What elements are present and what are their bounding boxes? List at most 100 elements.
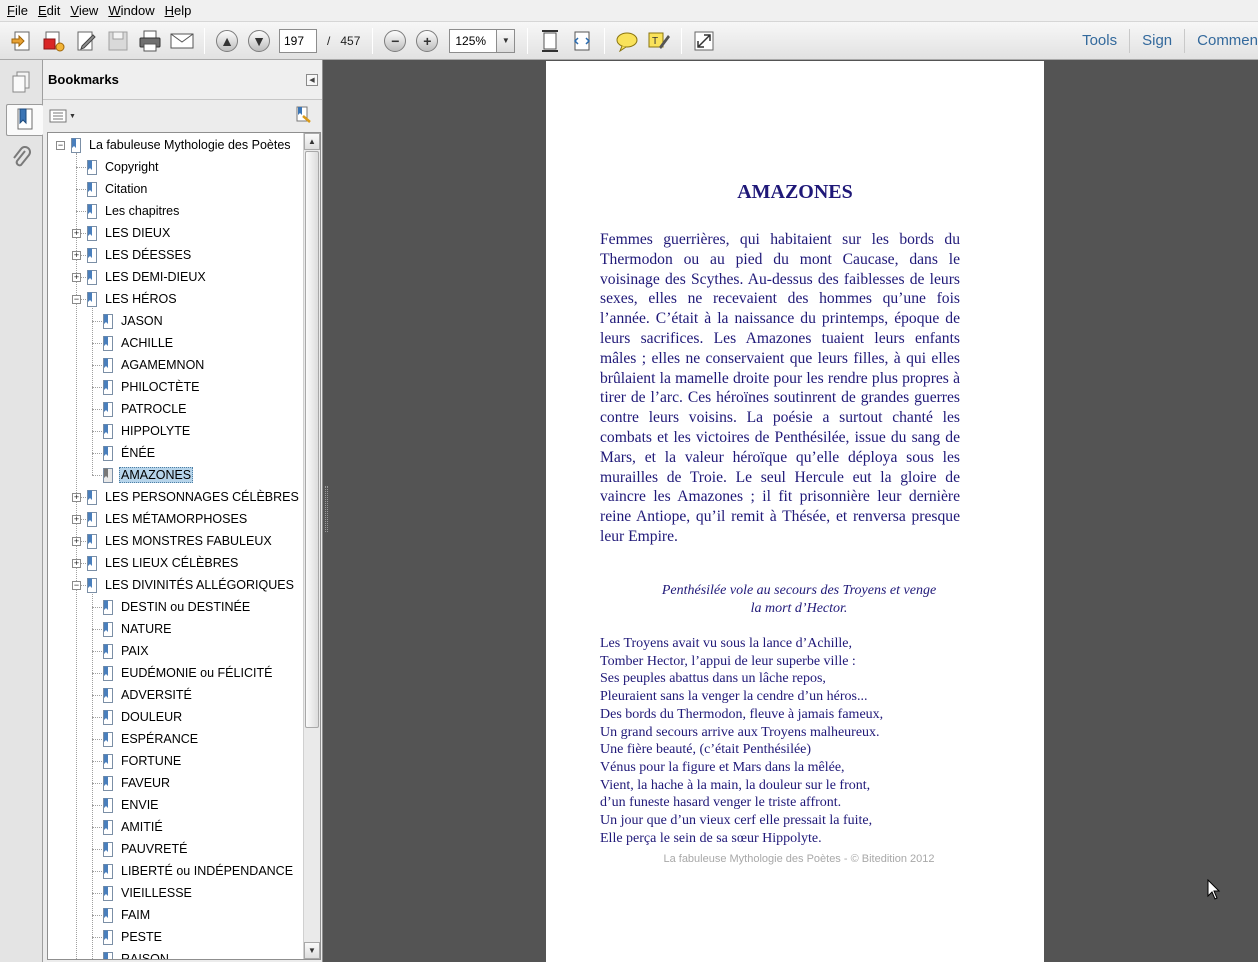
bookmark-label: LES MONSTRES FABULEUX: [105, 534, 272, 548]
bookmark-item[interactable]: PATROCLE: [102, 399, 189, 419]
bookmark-icon: [103, 643, 113, 659]
save-icon: [108, 31, 128, 50]
page-title: AMAZONES: [737, 181, 853, 203]
highlight-text-button[interactable]: T: [645, 27, 673, 55]
print-button[interactable]: [136, 27, 164, 55]
combine-files-button[interactable]: [40, 27, 68, 55]
bookmark-item[interactable]: ENVIE: [102, 795, 161, 815]
arrow-down-icon: ▼: [248, 29, 270, 52]
bookmark-label: LES DIEUX: [105, 226, 171, 240]
zoom-in-button[interactable]: +: [413, 27, 441, 55]
edit-document-button[interactable]: [72, 27, 100, 55]
bookmark-item[interactable]: PESTE: [102, 927, 164, 947]
bookmark-item[interactable]: Les chapitres: [86, 201, 181, 221]
bookmark-item[interactable]: ADVERSITÉ: [102, 685, 194, 705]
pencil-page-icon: [77, 31, 96, 50]
bookmark-item[interactable]: La fabuleuse Mythologie des Poètes: [70, 135, 293, 155]
bookmark-item[interactable]: FAIM: [102, 905, 152, 925]
poem-line: Tomber Hector, l’appui de leur superbe v…: [600, 653, 856, 669]
bookmark-item[interactable]: Copyright: [86, 157, 161, 177]
bookmarks-tab-button[interactable]: [6, 104, 43, 136]
bookmark-label: Les chapitres: [105, 204, 180, 218]
bookmark-item[interactable]: DOULEUR: [102, 707, 184, 727]
attachments-button[interactable]: [6, 142, 36, 174]
collapse-minus-icon[interactable]: −: [72, 295, 81, 304]
bookmark-icon: [103, 863, 113, 879]
menu-view[interactable]: View: [65, 0, 103, 22]
bookmark-item[interactable]: NATURE: [102, 619, 173, 639]
bookmark-item[interactable]: LES DIEUX: [86, 223, 172, 243]
bookmark-item[interactable]: LES MONSTRES FABULEUX: [86, 531, 274, 551]
bookmark-options-button[interactable]: ▼: [49, 109, 76, 123]
bookmark-item[interactable]: AGAMEMNON: [102, 355, 206, 375]
bookmark-item[interactable]: EUDÉMONIE ou FÉLICITÉ: [102, 663, 274, 683]
sign-pane-link[interactable]: Sign: [1129, 29, 1184, 53]
expand-plus-icon[interactable]: +: [72, 493, 81, 502]
save-button[interactable]: [104, 27, 132, 55]
fit-page-button[interactable]: [536, 27, 564, 55]
scroll-down-button[interactable]: ▼: [304, 942, 320, 959]
menu-window[interactable]: Window: [103, 0, 159, 22]
bookmark-item[interactable]: LES DÉESSES: [86, 245, 193, 265]
bookmark-item[interactable]: Citation: [86, 179, 149, 199]
collapse-panel-button[interactable]: ◀: [306, 73, 318, 86]
previous-page-button[interactable]: ▲: [213, 27, 241, 55]
tree-connector: [76, 167, 86, 168]
bookmark-item[interactable]: LES MÉTAMORPHOSES: [86, 509, 249, 529]
fit-page-icon: [542, 29, 559, 52]
bookmark-item[interactable]: FORTUNE: [102, 751, 183, 771]
bookmark-label: AGAMEMNON: [121, 358, 205, 372]
bookmark-item[interactable]: RAISON: [102, 949, 171, 959]
bookmarks-scrollbar[interactable]: ▲ ▼: [303, 133, 320, 959]
bookmark-item[interactable]: DESTIN ou DESTINÉE: [102, 597, 252, 617]
bookmark-item[interactable]: PAUVRETÉ: [102, 839, 189, 859]
poem-line: Les Troyens avait vu sous la lance d’Ach…: [600, 636, 852, 651]
collapse-minus-icon[interactable]: −: [56, 141, 65, 150]
bookmark-item[interactable]: LES DEMI-DIEUX: [86, 267, 208, 287]
expand-plus-icon[interactable]: +: [72, 251, 81, 260]
bookmark-item[interactable]: LIBERTÉ ou INDÉPENDANCE: [102, 861, 295, 881]
expand-plus-icon[interactable]: +: [72, 515, 81, 524]
menu-edit[interactable]: Edit: [33, 0, 65, 22]
create-pdf-button[interactable]: [8, 27, 36, 55]
chevron-down-icon[interactable]: ▼: [496, 29, 515, 52]
find-bookmark-button[interactable]: [294, 106, 312, 127]
fit-width-button[interactable]: [568, 27, 596, 55]
expand-plus-icon[interactable]: +: [72, 229, 81, 238]
bookmark-item[interactable]: AMITIÉ: [102, 817, 165, 837]
expand-plus-icon[interactable]: +: [72, 559, 81, 568]
bookmark-item[interactable]: VIEILLESSE: [102, 883, 194, 903]
bookmark-item[interactable]: LES HÉROS: [86, 289, 179, 309]
bookmark-item[interactable]: ÉNÉE: [102, 443, 157, 463]
bookmark-item[interactable]: LES DIVINITÉS ALLÉGORIQUES: [86, 575, 296, 595]
bookmark-item[interactable]: LES PERSONNAGES CÉLÈBRES: [86, 487, 301, 507]
page-thumbnails-button[interactable]: [6, 66, 36, 98]
bookmark-item[interactable]: HIPPOLYTE: [102, 421, 192, 441]
zoom-select[interactable]: 125% ▼: [449, 28, 516, 53]
zoom-out-button[interactable]: −: [381, 27, 409, 55]
page-number-input[interactable]: 197: [279, 28, 317, 53]
panel-resize-handle[interactable]: [325, 486, 328, 532]
expand-plus-icon[interactable]: +: [72, 273, 81, 282]
sticky-note-button[interactable]: [613, 27, 641, 55]
comment-pane-link[interactable]: Commen: [1184, 29, 1258, 53]
email-button[interactable]: [168, 27, 196, 55]
next-page-button[interactable]: ▼: [245, 27, 273, 55]
tools-pane-link[interactable]: Tools: [1070, 29, 1129, 53]
bookmark-icon: [103, 621, 113, 637]
bookmark-item[interactable]: AMAZONES: [102, 465, 194, 485]
collapse-minus-icon[interactable]: −: [72, 581, 81, 590]
scroll-up-button[interactable]: ▲: [304, 133, 320, 150]
menu-help[interactable]: Help: [160, 0, 197, 22]
bookmark-item[interactable]: ACHILLE: [102, 333, 175, 353]
bookmark-item[interactable]: FAVEUR: [102, 773, 172, 793]
bookmark-item[interactable]: ESPÉRANCE: [102, 729, 200, 749]
scrollbar-thumb[interactable]: [305, 151, 319, 728]
fullscreen-button[interactable]: [690, 27, 718, 55]
bookmark-item[interactable]: JASON: [102, 311, 165, 331]
bookmark-item[interactable]: LES LIEUX CÉLÈBRES: [86, 553, 240, 573]
bookmark-item[interactable]: PAIX: [102, 641, 151, 661]
expand-plus-icon[interactable]: +: [72, 537, 81, 546]
bookmark-item[interactable]: PHILOCTÈTE: [102, 377, 202, 397]
menu-file[interactable]: File: [2, 0, 33, 22]
